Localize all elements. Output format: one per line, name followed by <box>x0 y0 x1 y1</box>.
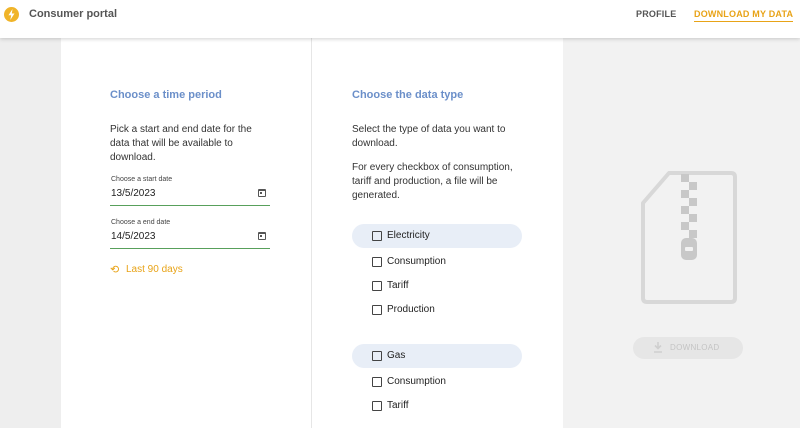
end-date-label: Choose a end date <box>111 219 171 226</box>
lightning-bolt-icon[interactable] <box>4 7 19 22</box>
checkbox-label: Gas <box>387 350 406 361</box>
data-type-panel: Choose the data type Select the type of … <box>312 38 563 428</box>
time-period-panel: Choose a time period Pick a start and en… <box>61 38 312 428</box>
checkbox-group-electricity[interactable]: Electricity <box>352 224 522 248</box>
end-date-value[interactable]: 14/5/2023 <box>111 231 156 242</box>
checkbox-label: Consumption <box>387 256 446 267</box>
nav-profile-link[interactable]: PROFILE <box>636 9 676 19</box>
time-period-title: Choose a time period <box>110 89 222 101</box>
checkbox[interactable] <box>372 257 382 267</box>
download-panel: DOWNLOAD <box>563 38 800 428</box>
checkbox-gas-tariff[interactable]: Tariff <box>352 394 522 418</box>
calendar-icon[interactable] <box>258 232 266 240</box>
checkbox-electricity-consumption[interactable]: Consumption <box>352 250 522 274</box>
start-date-value[interactable]: 13/5/2023 <box>111 188 156 199</box>
zip-file-icon <box>641 171 737 304</box>
checkbox-label: Tariff <box>387 400 409 411</box>
time-period-description: Pick a start and end date for the data t… <box>110 124 252 163</box>
checkbox-electricity-production[interactable]: Production <box>352 298 522 322</box>
start-date-field[interactable]: Choose a start date 13/5/2023 <box>110 176 270 206</box>
checkbox-label: Tariff <box>387 280 409 291</box>
history-icon: ⟲ <box>110 264 120 276</box>
start-date-label: Choose a start date <box>111 176 173 183</box>
checkbox-electricity-tariff[interactable]: Tariff <box>352 274 522 298</box>
checkbox-label: Consumption <box>387 376 446 387</box>
download-button[interactable]: DOWNLOAD <box>633 337 743 359</box>
top-bar: Consumer portal PROFILE DOWNLOAD MY DATA <box>0 0 800 38</box>
checkbox[interactable] <box>372 231 382 241</box>
checkbox-label: Production <box>387 304 435 315</box>
checkbox-gas-consumption[interactable]: Consumption <box>352 370 522 394</box>
checkbox[interactable] <box>372 401 382 411</box>
download-label: DOWNLOAD <box>670 343 720 352</box>
checkbox-label: Electricity <box>387 230 430 241</box>
last-90-days-label: Last 90 days <box>126 264 183 275</box>
data-type-description: Select the type of data you want to down… <box>352 124 506 149</box>
calendar-icon[interactable] <box>258 189 266 197</box>
nav-download-link[interactable]: DOWNLOAD MY DATA <box>694 9 794 22</box>
checkbox[interactable] <box>372 377 382 387</box>
checkbox[interactable] <box>372 351 382 361</box>
data-type-note: For every checkbox of consumption, tarif… <box>352 162 513 201</box>
checkbox-group-gas[interactable]: Gas <box>352 344 522 368</box>
data-type-title: Choose the data type <box>352 89 464 101</box>
app-title: Consumer portal <box>29 8 118 20</box>
end-date-field[interactable]: Choose a end date 14/5/2023 <box>110 219 270 249</box>
checkbox[interactable] <box>372 281 382 291</box>
checkbox[interactable] <box>372 305 382 315</box>
download-icon <box>654 342 662 353</box>
